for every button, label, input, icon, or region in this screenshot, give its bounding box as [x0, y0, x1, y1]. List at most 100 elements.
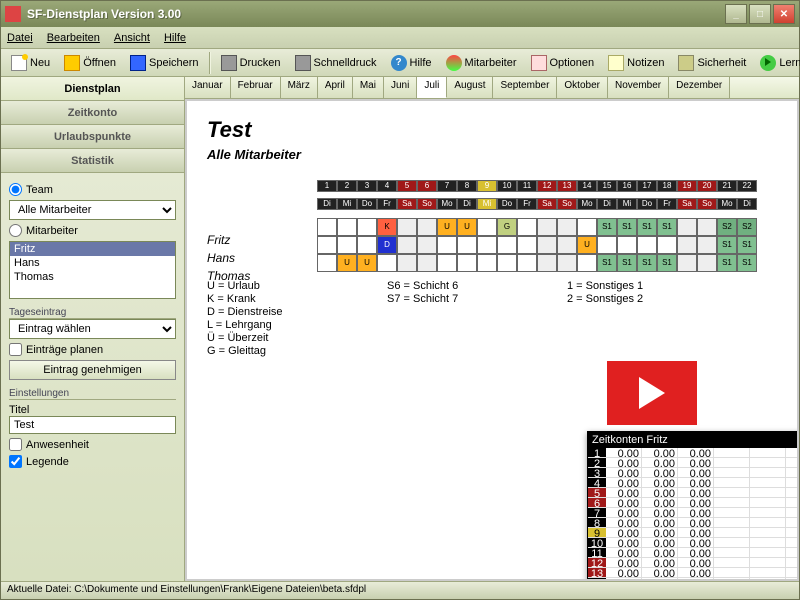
schedule-cell[interactable]: [437, 236, 457, 254]
schedule-cell[interactable]: U: [357, 254, 377, 272]
toolbar-mitarbeiter[interactable]: Mitarbeiter: [440, 52, 523, 74]
schedule-cell[interactable]: [517, 218, 537, 236]
maximize-button[interactable]: □: [749, 4, 771, 24]
menu-ansicht[interactable]: Ansicht: [114, 32, 150, 44]
check-anwesenheit[interactable]: Anwesenheit: [9, 438, 176, 451]
toolbar-lernvideo[interactable]: Lernvideo: [754, 52, 800, 74]
employee-list[interactable]: Fritz Hans Thomas: [9, 241, 176, 299]
schedule-cell[interactable]: U: [337, 254, 357, 272]
radio-team[interactable]: Team: [9, 183, 176, 196]
toolbar-schnelldruck[interactable]: Schnelldruck: [289, 52, 383, 74]
schedule-cell[interactable]: S1: [637, 218, 657, 236]
month-tab-august[interactable]: August: [447, 77, 493, 98]
schedule-cell[interactable]: [577, 254, 597, 272]
schedule-cell[interactable]: [317, 218, 337, 236]
schedule-cell[interactable]: [637, 236, 657, 254]
team-select[interactable]: Alle Mitarbeiter: [9, 200, 176, 220]
schedule-cell[interactable]: [417, 254, 437, 272]
schedule-cell[interactable]: [417, 236, 437, 254]
menu-datei[interactable]: Datei: [7, 32, 33, 44]
schedule-cell[interactable]: [497, 254, 517, 272]
schedule-cell[interactable]: S1: [737, 254, 757, 272]
month-tab-juli[interactable]: Juli: [417, 77, 447, 98]
schedule-cell[interactable]: [577, 218, 597, 236]
schedule-cell[interactable]: [677, 236, 697, 254]
schedule-cell[interactable]: [697, 254, 717, 272]
schedule-cell[interactable]: [537, 254, 557, 272]
toolbar-neu[interactable]: Neu: [5, 52, 56, 74]
tab-zeitkonto[interactable]: Zeitkonto: [1, 101, 184, 125]
schedule-cell[interactable]: S1: [737, 236, 757, 254]
schedule-cell[interactable]: S2: [717, 218, 737, 236]
schedule-cell[interactable]: [397, 218, 417, 236]
toolbar-optionen[interactable]: Optionen: [525, 52, 601, 74]
schedule-cell[interactable]: [597, 236, 617, 254]
schedule-cell[interactable]: [497, 236, 517, 254]
schedule-cell[interactable]: [477, 254, 497, 272]
month-tab-november[interactable]: November: [608, 77, 669, 98]
schedule-cell[interactable]: [617, 236, 637, 254]
schedule-cell[interactable]: S1: [637, 254, 657, 272]
month-tab-januar[interactable]: Januar: [185, 77, 231, 98]
list-item[interactable]: Fritz: [10, 242, 175, 256]
schedule-cell[interactable]: [457, 254, 477, 272]
close-button[interactable]: ✕: [773, 4, 795, 24]
schedule-cell[interactable]: U: [437, 218, 457, 236]
schedule-cell[interactable]: [477, 218, 497, 236]
tageseintrag-select[interactable]: Eintrag wählen: [9, 319, 176, 339]
tab-dienstplan[interactable]: Dienstplan: [1, 77, 184, 101]
schedule-cell[interactable]: [477, 236, 497, 254]
genehmigen-button[interactable]: Eintrag genehmigen: [9, 360, 176, 380]
schedule-cell[interactable]: U: [577, 236, 597, 254]
month-tab-dezember[interactable]: Dezember: [669, 77, 730, 98]
schedule-cell[interactable]: [557, 236, 577, 254]
minimize-button[interactable]: _: [725, 4, 747, 24]
schedule-cell[interactable]: [317, 254, 337, 272]
schedule-cell[interactable]: [697, 218, 717, 236]
schedule-cell[interactable]: [677, 218, 697, 236]
toolbar-oeffnen[interactable]: Öffnen: [58, 52, 122, 74]
schedule-cell[interactable]: K: [377, 218, 397, 236]
schedule-cell[interactable]: S1: [597, 254, 617, 272]
schedule-cell[interactable]: [357, 218, 377, 236]
schedule-cell[interactable]: S1: [597, 218, 617, 236]
schedule-cell[interactable]: S1: [617, 218, 637, 236]
titel-input[interactable]: [9, 416, 176, 434]
schedule-cell[interactable]: [537, 236, 557, 254]
schedule-cell[interactable]: [437, 254, 457, 272]
month-tab-mai[interactable]: Mai: [353, 77, 384, 98]
schedule-cell[interactable]: [397, 236, 417, 254]
month-tab-märz[interactable]: März: [281, 77, 318, 98]
schedule-cell[interactable]: [537, 218, 557, 236]
schedule-cell[interactable]: S1: [617, 254, 637, 272]
month-tab-juni[interactable]: Juni: [384, 77, 417, 98]
list-item[interactable]: Hans: [10, 256, 175, 270]
toolbar-hilfe[interactable]: Hilfe: [385, 52, 438, 74]
schedule-cell[interactable]: [697, 236, 717, 254]
schedule-cell[interactable]: [557, 254, 577, 272]
schedule-cell[interactable]: [417, 218, 437, 236]
menu-hilfe[interactable]: Hilfe: [164, 32, 186, 44]
tab-statistik[interactable]: Statistik: [1, 149, 184, 173]
schedule-cell[interactable]: S1: [717, 254, 737, 272]
schedule-cell[interactable]: [657, 236, 677, 254]
toolbar-sicherheit[interactable]: Sicherheit: [672, 52, 752, 74]
month-tab-februar[interactable]: Februar: [231, 77, 281, 98]
schedule-cell[interactable]: [377, 254, 397, 272]
check-legende[interactable]: Legende: [9, 455, 176, 468]
schedule-cell[interactable]: D: [377, 236, 397, 254]
schedule-cell[interactable]: G: [497, 218, 517, 236]
month-tab-april[interactable]: April: [318, 77, 353, 98]
schedule-cell[interactable]: S1: [657, 254, 677, 272]
menu-bearbeiten[interactable]: Bearbeiten: [47, 32, 100, 44]
schedule-cell[interactable]: [317, 236, 337, 254]
schedule-cell[interactable]: [677, 254, 697, 272]
schedule-cell[interactable]: S1: [717, 236, 737, 254]
schedule-cell[interactable]: [517, 254, 537, 272]
schedule-cell[interactable]: [337, 236, 357, 254]
schedule-cell[interactable]: [357, 236, 377, 254]
toolbar-drucken[interactable]: Drucken: [215, 52, 287, 74]
toolbar-speichern[interactable]: Speichern: [124, 52, 205, 74]
schedule-cell[interactable]: [517, 236, 537, 254]
schedule-cell[interactable]: S2: [737, 218, 757, 236]
